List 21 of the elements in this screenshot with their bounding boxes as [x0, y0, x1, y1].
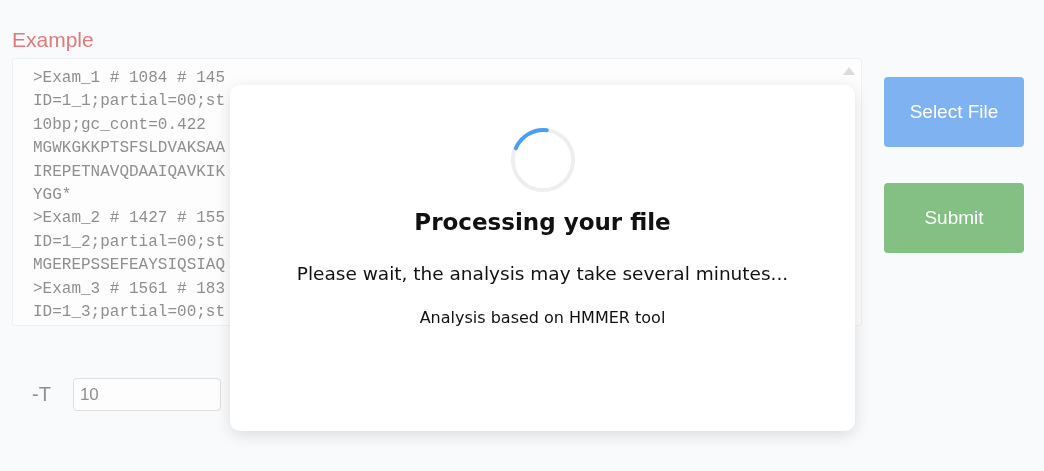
parameter-field[interactable]: 10	[72, 378, 221, 411]
submit-button[interactable]: Submit	[884, 183, 1024, 253]
sequence-line: MGEREPSSEFEAYSIQSIAQ	[33, 255, 226, 277]
scroll-up-icon[interactable]	[843, 67, 855, 75]
select-file-button[interactable]: Select File	[884, 77, 1024, 147]
sequence-line: >Exam_1 # 1084 # 145	[33, 68, 226, 89]
loading-spinner-icon	[509, 127, 576, 193]
sequence-line: IREPETNAVQDAAIQAVKIK	[33, 161, 226, 183]
dialog-message: Please wait, the analysis may take several minutes...	[296, 263, 789, 284]
sequence-line: >Exam_3 # 1561 # 183	[33, 278, 226, 300]
sequence-line: YGG*	[33, 185, 72, 207]
section-title: Example	[12, 28, 95, 53]
parameter-label: -T	[32, 383, 51, 406]
sequence-line: ID=1_3;partial=00;st	[33, 302, 226, 324]
dialog-title: Processing your file	[414, 209, 671, 235]
sequence-line: >Exam_2 # 1427 # 155	[33, 208, 226, 230]
sequence-line: ID=1_1;partial=00;st	[33, 91, 226, 113]
sequence-line: ID=1_2;partial=00;st	[33, 231, 226, 253]
sequence-line: MGWKGKKPTSFSLDVAKSAA	[33, 138, 226, 160]
dialog-note: Analysis based on HMMER tool	[419, 308, 666, 327]
sequence-line: 10bp;gc_cont=0.422	[33, 114, 206, 136]
